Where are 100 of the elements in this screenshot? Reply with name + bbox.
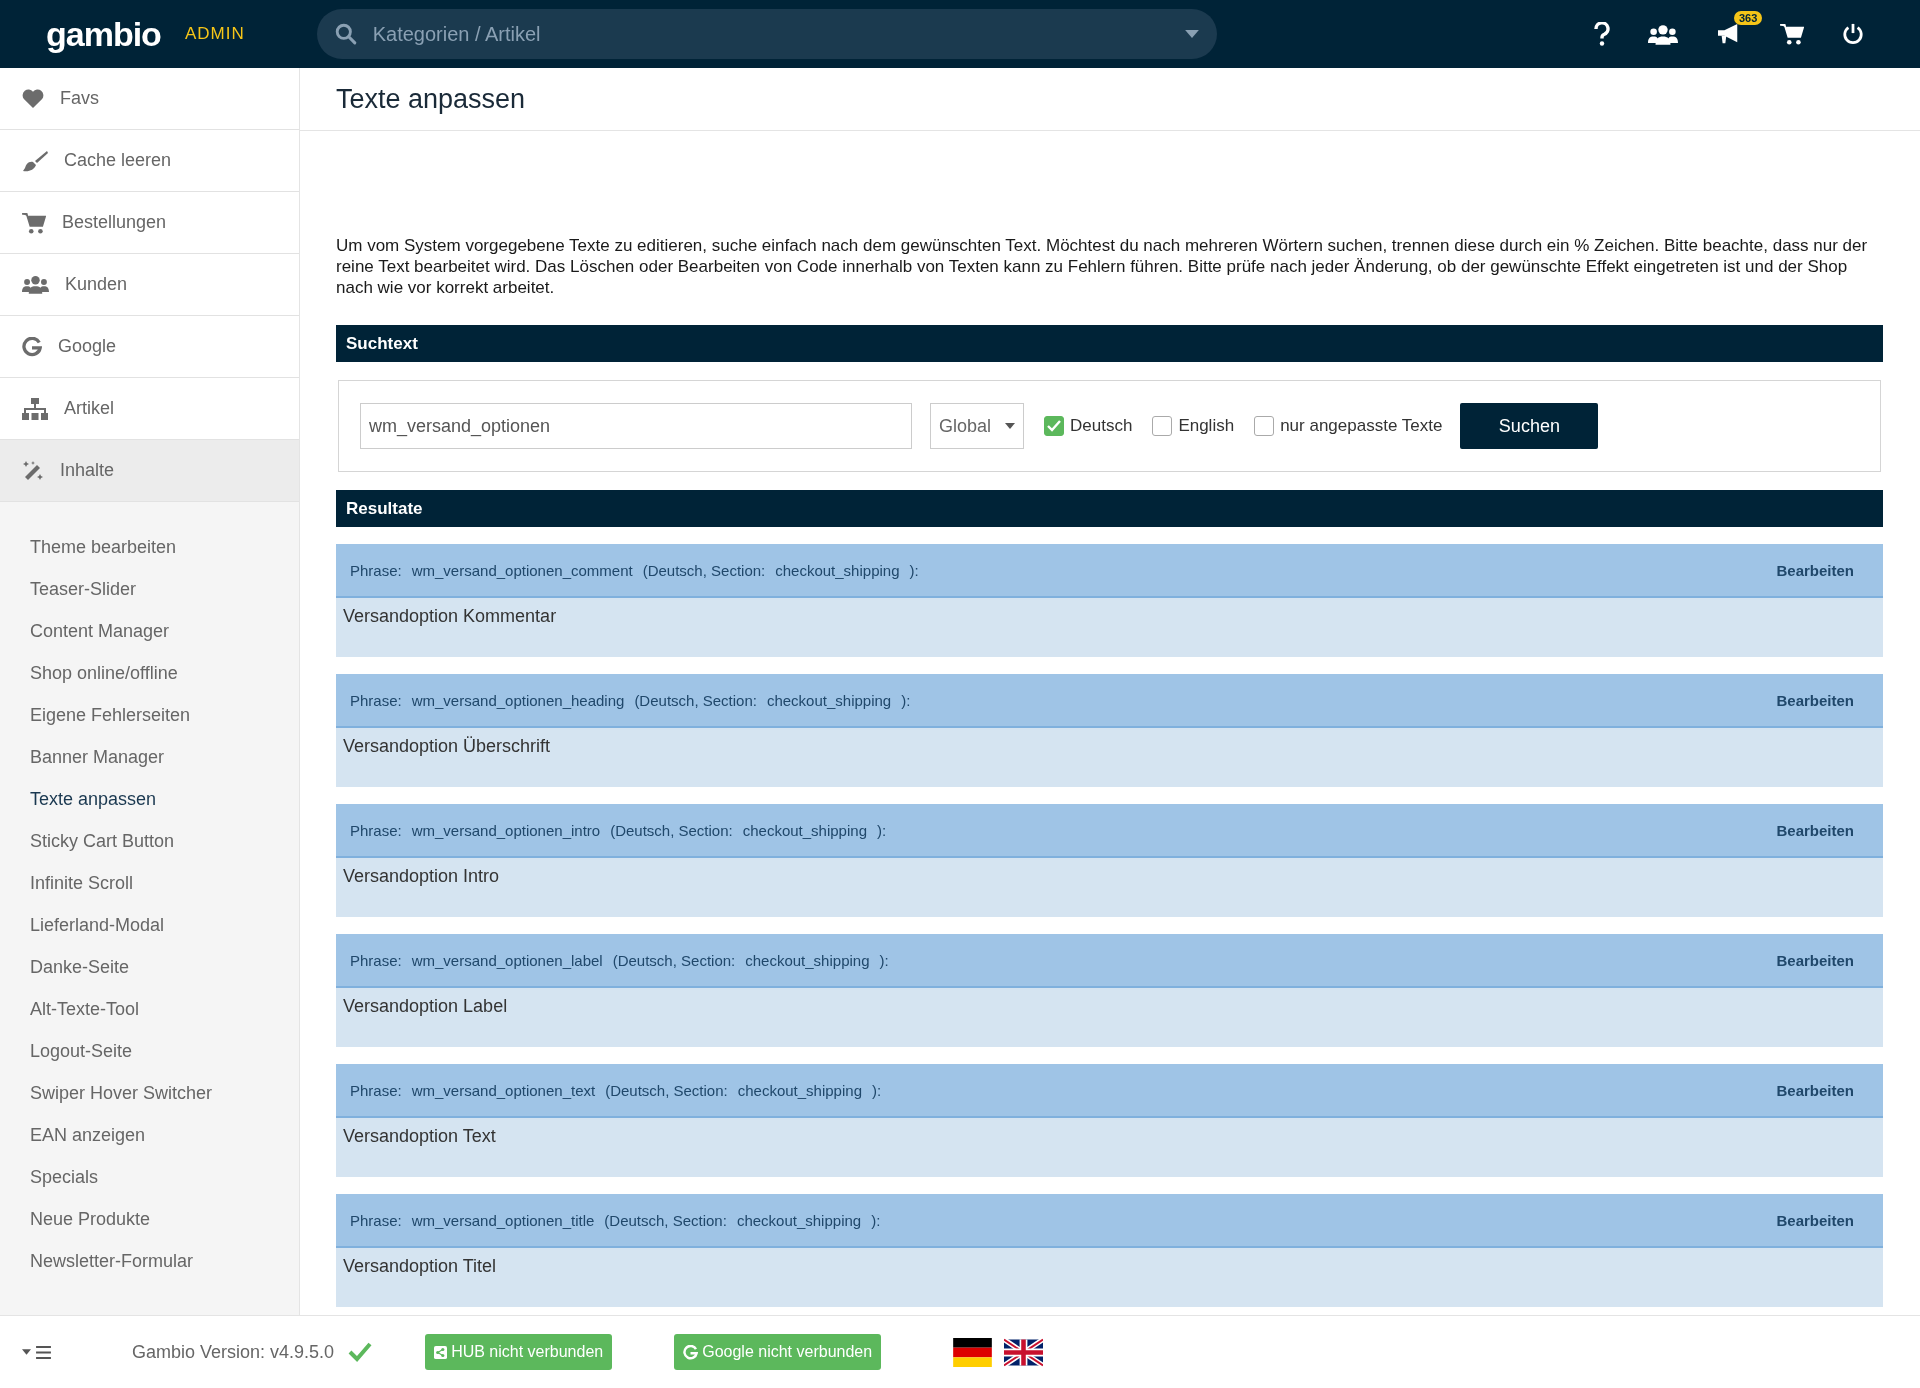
cart-icon	[22, 211, 46, 234]
scope-dropdown[interactable]: Global	[930, 403, 1024, 449]
sidebar-item[interactable]: Inhalte	[0, 440, 299, 502]
users-icon	[22, 275, 49, 294]
menu-toggle[interactable]	[22, 1345, 51, 1359]
phrase-label: Phrase:	[350, 1081, 402, 1099]
phrase-key: wm_versand_optionen_heading	[411, 691, 625, 709]
sidebar-item[interactable]: Kunden	[0, 254, 299, 316]
section-name: checkout_shipping	[737, 1081, 862, 1099]
submenu-item[interactable]: Theme bearbeiten	[0, 526, 299, 568]
submenu-item[interactable]: Teaser-Slider	[0, 568, 299, 610]
phrase-key: wm_versand_optionen_label	[411, 951, 603, 969]
closing-label: ):	[871, 1211, 881, 1229]
checkbox[interactable]	[1254, 416, 1275, 436]
edit-link[interactable]: Bearbeiten	[1776, 1211, 1854, 1229]
section-heading: Suchtext	[336, 325, 1883, 362]
submenu-item[interactable]: Infinite Scroll	[0, 862, 299, 904]
checkbox-label: nur angepasste Texte	[1280, 416, 1443, 436]
caret-icon	[1184, 30, 1199, 38]
menu-icon	[36, 1345, 51, 1359]
submenu-item[interactable]: Texte anpassen	[0, 778, 299, 820]
submenu-item[interactable]: Newsletter-Formular	[0, 1240, 299, 1282]
users-icon[interactable]	[1648, 23, 1678, 45]
help-icon[interactable]	[1594, 22, 1610, 46]
result-text: Versandoption Titel	[342, 1255, 498, 1278]
submenu-item[interactable]: Lieferland-Modal	[0, 904, 299, 946]
submenu-item[interactable]: Eigene Fehlerseiten	[0, 694, 299, 736]
sidebar-item[interactable]: Google	[0, 316, 299, 378]
phrase-label: Phrase:	[350, 1211, 402, 1229]
phrase-label: Phrase:	[350, 561, 402, 579]
magic-wand-icon	[22, 459, 44, 482]
brush-icon	[22, 149, 48, 172]
power-icon[interactable]	[1842, 23, 1864, 45]
edit-link[interactable]: Bearbeiten	[1776, 951, 1854, 969]
google-icon	[683, 1344, 699, 1360]
result-text: Versandoption Überschrift	[342, 735, 552, 758]
sidebar-item[interactable]: Artikel	[0, 378, 299, 440]
cart-icon[interactable]	[1780, 23, 1804, 45]
german-flag-icon[interactable]	[953, 1337, 993, 1367]
submenu-item[interactable]: Specials	[0, 1156, 299, 1198]
result-text: Versandoption Kommentar	[342, 605, 558, 628]
edit-link[interactable]: Bearbeiten	[1776, 561, 1854, 579]
submenu-item[interactable]: EAN anzeigen	[0, 1114, 299, 1156]
notification-badge: 363	[1734, 11, 1763, 25]
submenu-item[interactable]: Shop online/offline	[0, 652, 299, 694]
phrase-key: wm_versand_optionen_comment	[411, 561, 633, 579]
phrase-label: Phrase:	[350, 951, 402, 969]
share-icon	[434, 1345, 448, 1359]
description-text: Um vom System vorgegebene Texte zu editieren, suche einfach nach dem gewünschten Text. Möchtest du nach mehreren Wörtern suchen, trennen diese durch ein % Zeichen. Bitte beachte, dass nur der reine Text bearbeitet wird. Das Löschen oder Bearbeiten von Code innerhalb von Texten kann zu Fehlern führen. Bitte prüfe nach jeder Änderung, ob der gewünschte Effekt eingetreten ist und der Shop nach wie vor korrekt arbeitet.	[336, 235, 1869, 298]
result-text: Versandoption Label	[342, 995, 509, 1018]
language-section-label: (Deutsch, Section:	[605, 1081, 728, 1099]
search-icon	[334, 23, 357, 45]
search-text-field[interactable]: wm_versand_optionen	[360, 403, 912, 449]
submenu-item[interactable]: Neue Produkte	[0, 1198, 299, 1240]
caret-icon	[1005, 423, 1015, 429]
result-text: Versandoption Text	[342, 1125, 497, 1148]
edit-link[interactable]: Bearbeiten	[1776, 1081, 1854, 1099]
closing-label: ):	[872, 1081, 882, 1099]
edit-link[interactable]: Bearbeiten	[1776, 691, 1854, 709]
submenu-item[interactable]: Danke-Seite	[0, 946, 299, 988]
section-name: checkout_shipping	[745, 951, 870, 969]
checkmark-icon	[348, 1342, 373, 1362]
checkbox[interactable]	[1044, 416, 1064, 436]
version-text: Gambio Version: v4.9.5.0	[132, 1341, 335, 1363]
submenu-item[interactable]: Banner Manager	[0, 736, 299, 778]
caret-icon	[22, 1349, 31, 1355]
heart-icon	[22, 88, 44, 109]
edit-link[interactable]: Bearbeiten	[1776, 821, 1854, 839]
sidebar-item[interactable]: Cache leeren	[0, 130, 299, 192]
language-section-label: (Deutsch, Section:	[604, 1211, 727, 1229]
checkbox-label: English	[1178, 416, 1235, 436]
section-name: checkout_shipping	[742, 821, 867, 839]
section-name: checkout_shipping	[736, 1211, 862, 1229]
submenu-item[interactable]: Logout-Seite	[0, 1030, 299, 1072]
uk-flag-icon[interactable]	[1004, 1337, 1044, 1367]
language-section-label: (Deutsch, Section:	[634, 691, 757, 709]
closing-label: ):	[877, 821, 887, 839]
submenu-item[interactable]: Swiper Hover Switcher	[0, 1072, 299, 1114]
gambio-logo[interactable]: gambio	[46, 14, 161, 54]
phrase-label: Phrase:	[350, 691, 402, 709]
language-section-label: (Deutsch, Section:	[610, 821, 733, 839]
closing-label: ):	[909, 561, 919, 579]
submenu-item[interactable]: Alt-Texte-Tool	[0, 988, 299, 1030]
page-title: Texte anpassen	[336, 83, 526, 115]
submenu-item[interactable]: Sticky Cart Button	[0, 820, 299, 862]
section-heading: Resultate	[336, 490, 1883, 527]
section-name: checkout_shipping	[766, 691, 892, 709]
search-field[interactable]: Kategorien / Artikel	[316, 9, 1217, 59]
checkbox[interactable]	[1152, 416, 1173, 436]
submenu-item[interactable]: Content Manager	[0, 610, 299, 652]
sitemap-icon	[22, 397, 48, 420]
closing-label: ):	[879, 951, 889, 969]
language-section-label: (Deutsch, Section:	[642, 561, 766, 579]
phrase-key: wm_versand_optionen_title	[411, 1211, 595, 1229]
language-section-label: (Deutsch, Section:	[612, 951, 736, 969]
search-button[interactable]: Suchen	[1460, 403, 1599, 449]
sidebar-item[interactable]: Favs	[0, 68, 299, 130]
phrase-key: wm_versand_optionen_text	[411, 1081, 596, 1099]
sidebar-item[interactable]: Bestellungen	[0, 192, 299, 254]
checkbox-label: Deutsch	[1070, 416, 1133, 436]
